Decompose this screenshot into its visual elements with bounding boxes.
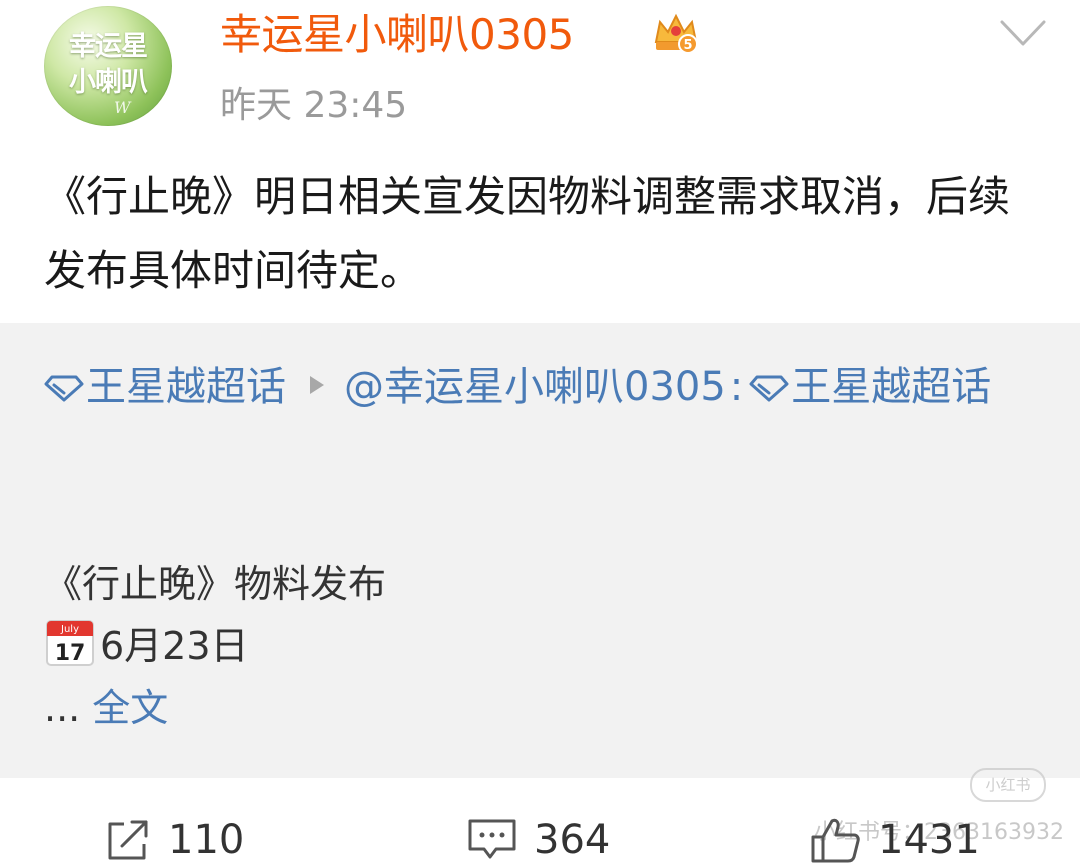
username[interactable]: 幸运星小喇叭0305 <box>220 8 574 62</box>
topic-label-2: 王星越超话 <box>791 364 992 410</box>
topic-link-1[interactable]: 王星越超话 <box>44 364 286 410</box>
repost-count: 110 <box>168 817 245 863</box>
super-topic-diamond-icon <box>749 375 789 402</box>
watermark-badge: 小红书 <box>970 768 1046 802</box>
calendar-month: July <box>60 624 79 635</box>
avatar-text-line2: 小喇叭 <box>69 67 148 98</box>
full-text-link[interactable]: 全文 <box>92 686 168 730</box>
repost-date: 6月23日 <box>100 624 249 668</box>
repost-line-1: 《行止晚》物料发布 <box>44 562 387 606</box>
share-icon <box>108 820 148 860</box>
repost-header: 王星越超话 @幸运星小喇叭0305: 王星越超话 <box>44 353 1044 421</box>
reposted-content[interactable]: 王星越超话 @幸运星小喇叭0305: 王星越超话 《行止晚》物料发布 July 17… <box>0 323 1080 778</box>
topic-link-2[interactable]: 王星越超话 <box>749 364 991 410</box>
avatar-signature: W <box>114 98 131 117</box>
thumbs-up-icon <box>811 818 860 863</box>
mention-link[interactable]: @幸运星小喇叭0305 <box>344 364 726 410</box>
super-topic-diamond-icon <box>44 375 84 402</box>
vip-level: 5 <box>683 38 692 53</box>
like-button[interactable]: 1431 <box>810 810 980 868</box>
post-text: 《行止晚》明日相关宣发因物料调整需求取消，后续发布具体时间待定。 <box>44 172 1011 295</box>
colon: : <box>729 364 744 410</box>
repost-body: 《行止晚》物料发布 July 17 6月23日 ... 全文 <box>44 553 1044 739</box>
crown-badge-icon[interactable]: 5 <box>652 12 700 56</box>
topic-label-1: 王星越超话 <box>86 364 286 410</box>
comment-icon <box>468 819 516 859</box>
repost-more-line: ... 全文 <box>44 677 1044 739</box>
comment-count: 364 <box>534 817 611 863</box>
avatar-text-line1: 幸运星 <box>69 31 148 62</box>
comment-button[interactable]: 364 <box>466 810 610 868</box>
ellipsis: ... <box>44 686 81 730</box>
play-arrow-icon <box>310 376 324 394</box>
calendar-day: 17 <box>55 641 86 666</box>
repost-button[interactable]: 110 <box>104 810 244 868</box>
repost-date-line: July 17 6月23日 <box>44 615 1044 677</box>
chevron-down-icon[interactable] <box>998 16 1048 50</box>
like-count: 1431 <box>878 817 980 863</box>
weibo-post: 幸运星 小喇叭 W 幸运星小喇叭0305 5 昨天 23:45 《行止晚》明日相… <box>0 0 1080 868</box>
post-timestamp: 昨天 23:45 <box>220 85 408 126</box>
avatar[interactable]: 幸运星 小喇叭 W <box>44 6 172 126</box>
calendar-icon: July 17 <box>46 620 94 666</box>
